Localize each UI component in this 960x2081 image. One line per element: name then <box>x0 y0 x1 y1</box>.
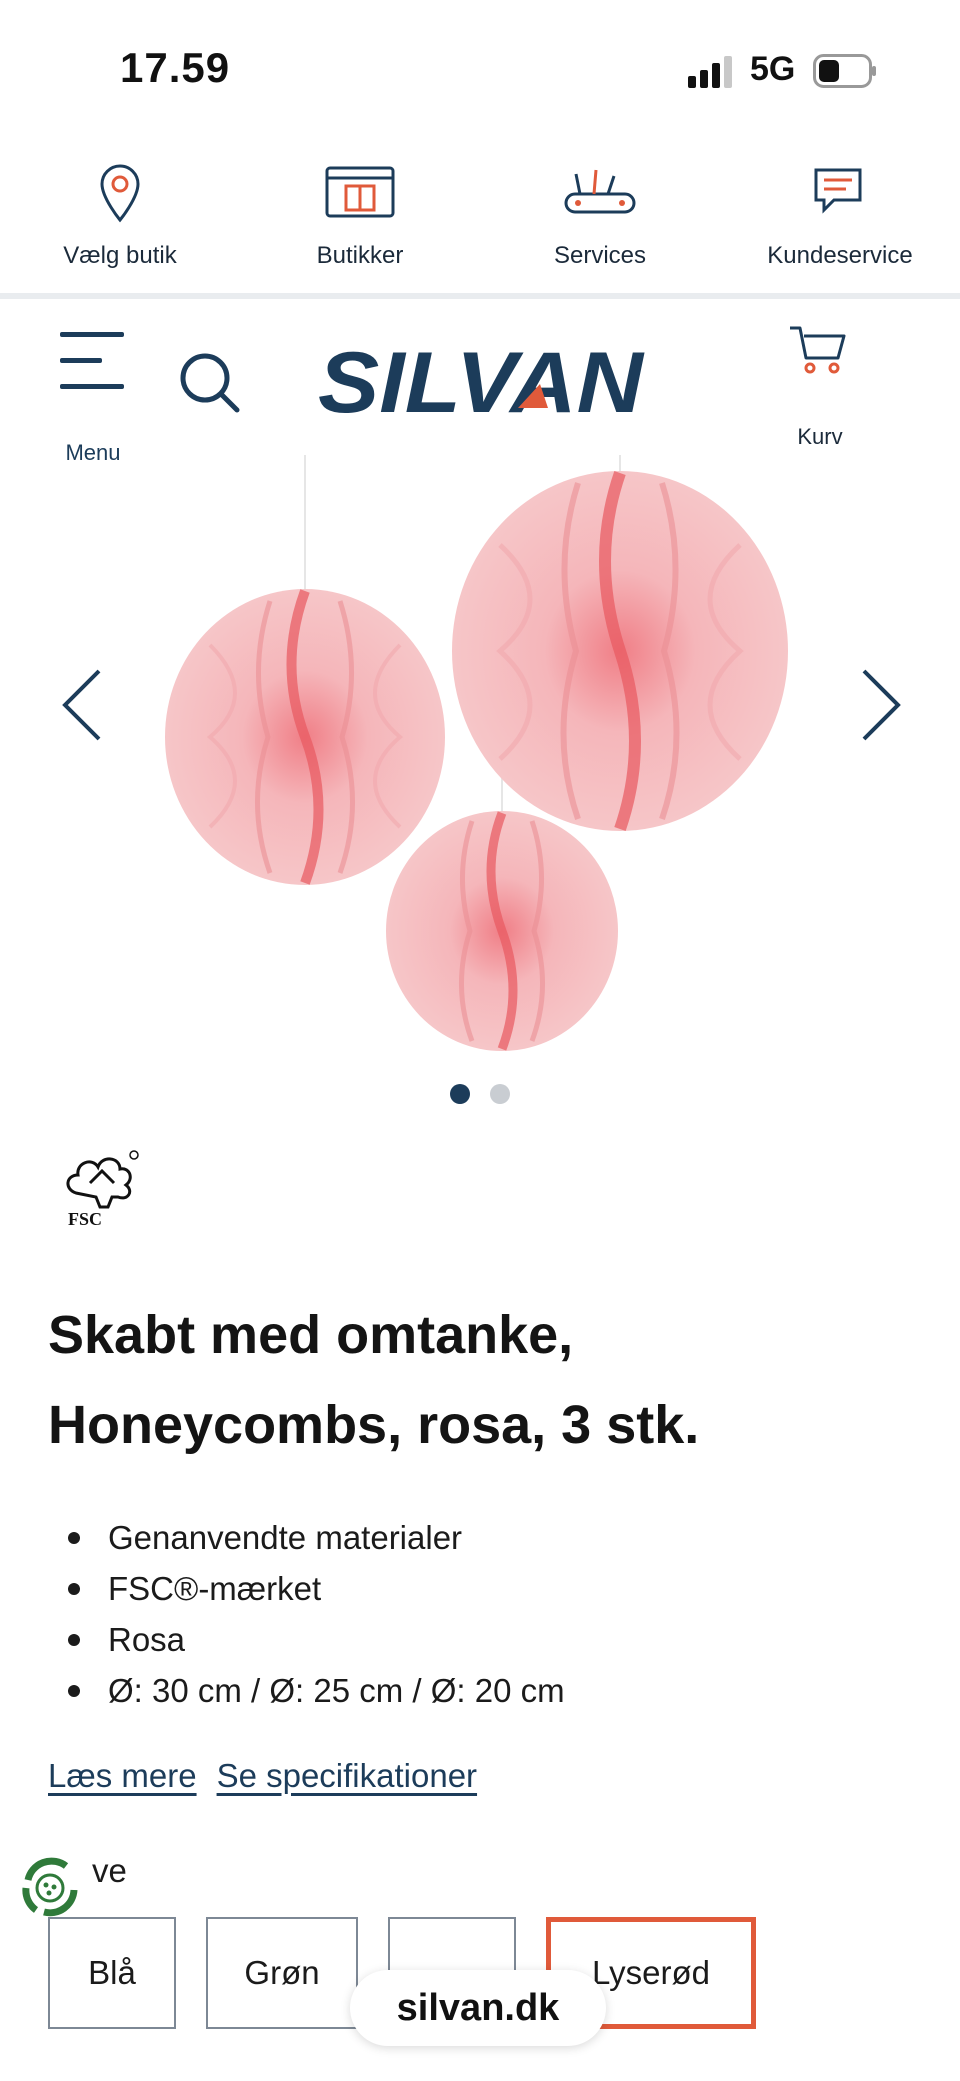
nav-stores[interactable]: Butikker <box>240 150 480 290</box>
product-title-line-1: Skabt med omtanke, <box>48 1305 574 1365</box>
color-option-blue[interactable]: Blå <box>48 1917 176 2029</box>
read-more-link[interactable]: Læs mere <box>48 1757 197 1807</box>
fsc-label: FSC <box>68 1209 102 1227</box>
feature-item: Genanvendte materialer <box>60 1512 900 1563</box>
nav-divider <box>0 293 960 299</box>
feature-item: Rosa <box>60 1614 900 1665</box>
color-label: ve <box>92 1852 127 1890</box>
chevron-right-icon[interactable] <box>848 655 908 755</box>
product-image-carousel[interactable] <box>0 455 960 1055</box>
carousel-dot-2[interactable] <box>490 1084 510 1104</box>
specifications-link[interactable]: Se specifikationer <box>217 1757 477 1807</box>
carousel-dots <box>0 1082 960 1106</box>
tools-icon <box>564 169 636 214</box>
cart-button[interactable]: Kurv <box>770 324 870 449</box>
product-title: Skabt med omtanke, Honeycombs, rosa, 3 s… <box>48 1290 908 1470</box>
nav-choose-store[interactable]: Vælg butik <box>0 150 240 290</box>
battery-icon <box>813 54 876 88</box>
search-icon[interactable] <box>175 348 245 418</box>
status-time: 17.59 <box>120 44 231 91</box>
color-option-green[interactable]: Grøn <box>206 1917 358 2029</box>
feature-item: Ø: 30 cm / Ø: 25 cm / Ø: 20 cm <box>60 1665 900 1716</box>
site-header: Menu SILVAN Kurv <box>0 300 960 465</box>
fsc-tree-icon: FSC <box>66 1150 139 1229</box>
nav-stores-label: Butikker <box>316 242 404 269</box>
status-bar: 17.59 5G <box>0 0 960 140</box>
fsc-badge: FSC <box>62 1145 146 1229</box>
location-pin-icon <box>100 164 140 223</box>
cart-label: Kurv <box>797 424 843 449</box>
chat-icon <box>814 168 862 214</box>
nav-services-label: Services <box>553 242 647 269</box>
signal-strength-icon <box>688 56 732 88</box>
logo-text: SILVAN <box>318 340 645 420</box>
feature-list: Genanvendte materialer FSC®-mærket Rosa … <box>60 1512 900 1716</box>
color-label-text: ve <box>92 1852 127 1889</box>
product-image <box>165 455 788 1051</box>
network-label: 5G <box>750 50 796 88</box>
silvan-logo[interactable]: SILVAN <box>318 335 648 431</box>
recycle-icon[interactable] <box>14 1852 86 1924</box>
product-title-line-2: Honeycombs, rosa, 3 stk. <box>48 1395 700 1455</box>
feature-item: FSC®-mærket <box>60 1563 900 1614</box>
nav-choose-store-label: Vælg butik <box>63 242 177 269</box>
carousel-dot-1[interactable] <box>450 1084 470 1104</box>
nav-customer-service-label: Kundeservice <box>767 242 913 269</box>
utility-nav: Vælg butik Butikker Services Kundeservic… <box>0 150 960 290</box>
nav-services[interactable]: Services <box>480 150 720 290</box>
store-icon <box>325 166 395 218</box>
chevron-left-icon[interactable] <box>55 655 115 755</box>
menu-button[interactable]: Menu <box>48 330 138 465</box>
nav-customer-service[interactable]: Kundeservice <box>720 150 960 290</box>
cart-icon <box>790 326 846 374</box>
browser-url-pill[interactable]: silvan.dk <box>350 1970 606 2046</box>
product-links: Læs mere Se specifikationer <box>48 1757 477 1807</box>
